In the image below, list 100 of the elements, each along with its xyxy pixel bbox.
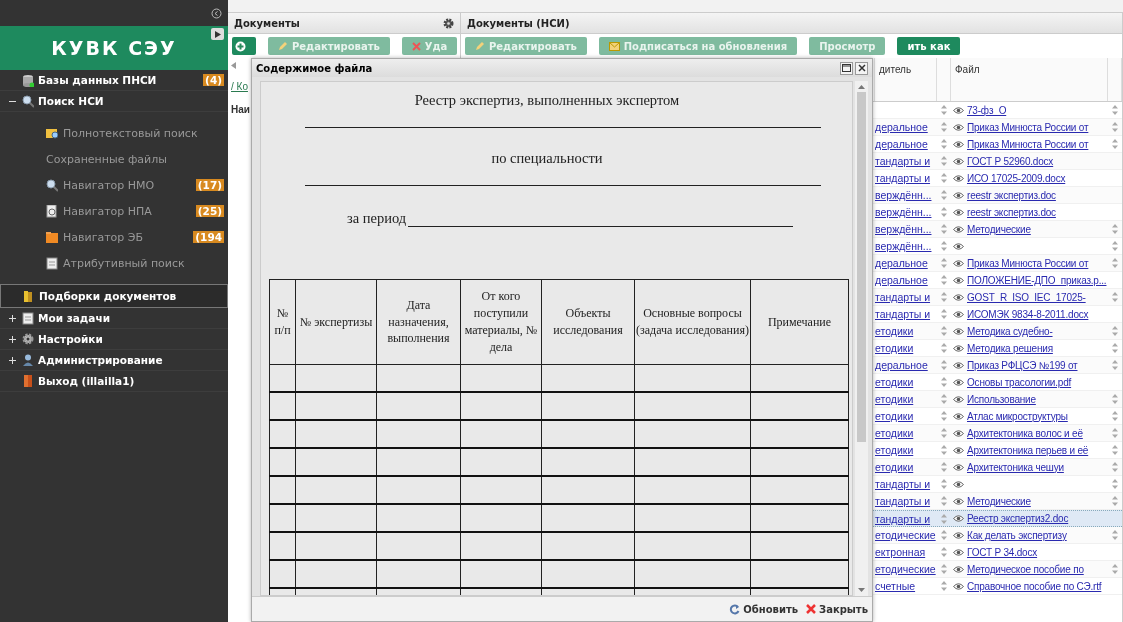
file-link[interactable]: ИСОМЭК 9834-8-2011.docx	[967, 308, 1089, 320]
file-link[interactable]: Методика судебно-	[967, 325, 1053, 337]
table-link[interactable]: тандарты и	[875, 308, 931, 320]
file-link[interactable]: Реестр экспертиз2.doc	[967, 513, 1069, 524]
table-link[interactable]: тандарты и	[875, 172, 931, 184]
scroll-thumb[interactable]	[857, 92, 866, 442]
submenu-item[interactable]: Навигатор НМО (17)	[0, 172, 228, 198]
file-link[interactable]: Как делать экспертизу	[967, 529, 1067, 541]
table-link[interactable]: ектронная	[875, 546, 926, 558]
expand-icon	[8, 335, 16, 343]
file-link[interactable]: Справочное пособие по СЭ.rtf	[967, 580, 1102, 592]
submenu-item[interactable]: Полнотекстовый поиск	[0, 120, 228, 146]
count-badge: (194	[193, 231, 224, 243]
table-link[interactable]: деральное	[875, 359, 928, 371]
expand-button[interactable]	[211, 28, 224, 40]
add-button[interactable]	[232, 37, 256, 55]
file-link[interactable]: Приказ Минюста России от	[967, 257, 1089, 269]
sort-arrows-icon	[941, 309, 947, 319]
table-header-cell: Основные вопросы (задача исследования)	[634, 279, 751, 365]
count-badge: (17)	[195, 179, 224, 191]
file-link[interactable]: Методика решения	[967, 342, 1053, 354]
table-link[interactable]: етодики	[875, 393, 914, 405]
table-link[interactable]: тандарты и	[875, 478, 931, 490]
search-icon	[46, 178, 58, 192]
table-link[interactable]: етодики	[875, 444, 914, 456]
menu-item[interactable]: Мои задачи	[0, 308, 228, 329]
menu-item[interactable]: Подборки документов	[0, 284, 228, 308]
menu-label: Атрибутивный поиск	[63, 256, 186, 270]
sort-arrows-icon	[941, 190, 947, 200]
folder-icon	[46, 230, 58, 244]
eye-icon	[953, 191, 964, 199]
submenu-item[interactable]: Атрибутивный поиск	[0, 250, 228, 276]
file-link[interactable]: Атлас микроструктуры	[967, 410, 1068, 422]
save-button[interactable]: ить как	[897, 37, 961, 55]
submenu-item[interactable]: Навигатор ЭБ (194	[0, 224, 228, 250]
close-button[interactable]	[855, 61, 868, 75]
close-button[interactable]: Закрыть	[806, 603, 868, 615]
pencil-icon	[475, 41, 485, 51]
eye-icon	[953, 548, 964, 556]
sort-arrows-icon	[941, 292, 947, 302]
table-link[interactable]: етодики	[875, 325, 914, 337]
file-link[interactable]: Архитектоника перьев и её	[967, 444, 1089, 456]
file-link[interactable]: Использование	[967, 393, 1036, 405]
file-link[interactable]: ГОСТ Р 34.docx	[967, 546, 1038, 558]
pencil-icon	[278, 41, 288, 51]
submenu-item[interactable]: Навигатор НПА (25)	[0, 198, 228, 224]
app-logo: КУВК СЭУ	[51, 37, 177, 59]
envelope-icon	[608, 41, 620, 51]
table-link[interactable]: верждённ...	[875, 223, 932, 235]
table-link[interactable]: етодики	[875, 342, 914, 354]
table-link[interactable]: тандарты и	[875, 495, 931, 507]
table-link[interactable]: етодики	[875, 410, 914, 422]
file-link[interactable]: Приказ Минюста России от	[967, 138, 1089, 150]
table-link[interactable]: счетные	[875, 580, 916, 592]
sort-arrows-icon	[941, 224, 947, 234]
file-link[interactable]: GOST_R_ISO_IEC_17025-	[967, 291, 1086, 303]
file-link[interactable]: ИСО 17025-2009.docx	[967, 172, 1066, 184]
menu-item[interactable]: Поиск НСИ	[0, 91, 228, 112]
menu-label: Администрирование	[38, 354, 164, 366]
file-link[interactable]: reestr экспертиз.doc	[967, 206, 1056, 218]
file-link[interactable]: Приказ Минюста России от	[967, 121, 1089, 133]
table-link[interactable]: верждённ...	[875, 206, 932, 218]
file-link[interactable]: Методическое пособие по	[967, 563, 1084, 575]
table-link[interactable]: етодические	[875, 563, 936, 575]
menu-item[interactable]: Выход (illailla1)	[0, 371, 228, 392]
file-link[interactable]: Архитектоника волос и её	[967, 427, 1083, 439]
table-link[interactable]: деральное	[875, 257, 928, 269]
file-link[interactable]: Методические	[967, 223, 1031, 235]
menu-label: Навигатор НПА	[63, 204, 153, 218]
file-link[interactable]: 73-фз_О	[967, 104, 1007, 116]
table-link[interactable]: етодики	[875, 376, 914, 388]
table-link[interactable]: верждённ...	[875, 240, 932, 252]
file-link[interactable]: Методические	[967, 495, 1031, 507]
table-link[interactable]: деральное	[875, 138, 928, 150]
file-link[interactable]: Основы трасологии.pdf	[967, 376, 1072, 388]
table-link[interactable]: деральное	[875, 274, 928, 286]
menu-item[interactable]: Администрирование	[0, 350, 228, 371]
file-link[interactable]: ПОЛОЖЕНИЕ-ДПО_приказ.р...	[967, 274, 1107, 286]
table-link[interactable]: тандарты и	[875, 291, 931, 303]
scrollbar[interactable]	[855, 81, 868, 596]
submenu-item[interactable]: Сохраненные файлы	[0, 146, 228, 172]
table-link[interactable]: деральное	[875, 121, 928, 133]
table-link[interactable]: етодики	[875, 427, 914, 439]
table-link[interactable]: тандарты и	[875, 512, 931, 525]
database-icon	[22, 73, 34, 87]
sort-arrows-icon	[941, 411, 947, 421]
menu-item[interactable]: Настройки	[0, 329, 228, 350]
file-link[interactable]: reestr экспертиз.doc	[967, 189, 1056, 201]
file-link[interactable]: Архитектоника чешуи	[967, 461, 1064, 473]
table-link[interactable]: етодические	[875, 529, 936, 541]
menu-item[interactable]: Базы данных ПНСИ (4)	[0, 70, 228, 91]
table-link[interactable]: тандарты и	[875, 155, 931, 167]
file-link[interactable]: ГОСТ Р 52960.docx	[967, 155, 1054, 167]
user-icon	[22, 353, 34, 367]
refresh-button[interactable]: Обновить	[729, 603, 799, 615]
table-link[interactable]: верждённ...	[875, 189, 932, 201]
maximize-button[interactable]	[840, 61, 853, 75]
file-link[interactable]: Приказ РФЦСЭ №199 от	[967, 359, 1078, 371]
breadcrumb-link[interactable]: / Ко	[231, 81, 248, 92]
table-link[interactable]: етодики	[875, 461, 914, 473]
